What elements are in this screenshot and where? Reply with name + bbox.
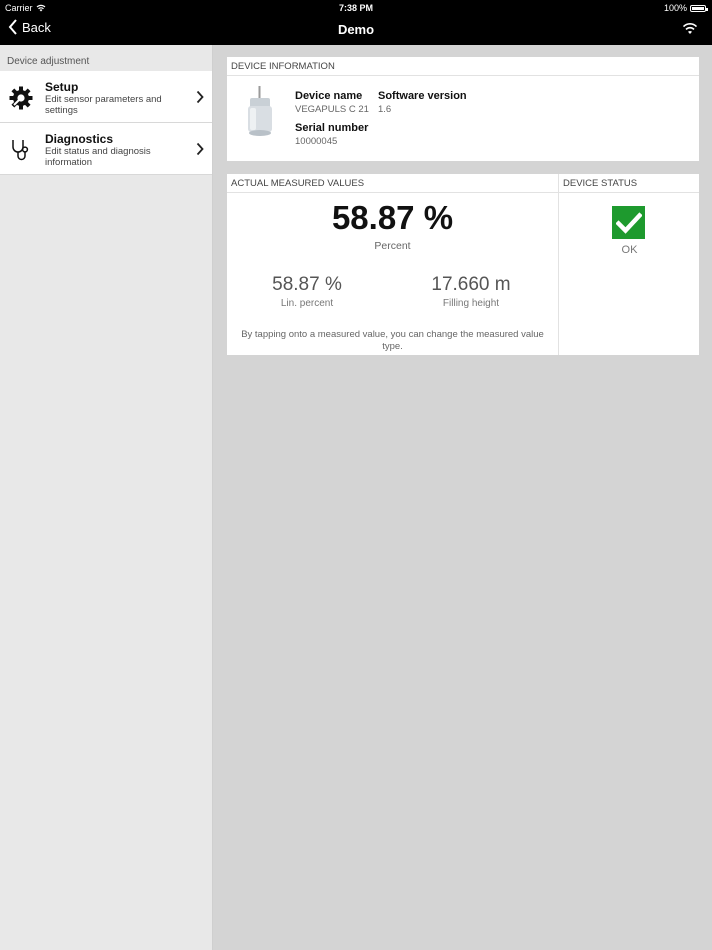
software-version-label: Software version	[378, 90, 467, 102]
device-status-text: OK	[621, 244, 638, 256]
page-title: Demo	[337, 22, 375, 37]
sidebar-item-diagnostics[interactable]: Diagnostics Edit status and diagnosis in…	[0, 123, 212, 175]
primary-measured-unit: Percent	[374, 240, 411, 252]
gear-wrench-icon	[9, 86, 33, 110]
sidebar-header: Device adjustment	[7, 56, 90, 67]
top-bar: Carrier 7:38 PM 100% Back Demo	[0, 0, 712, 45]
software-version-value: 1.6	[378, 104, 392, 115]
device-name-label: Device name	[295, 90, 363, 102]
sidebar-item-label: Setup	[45, 80, 79, 94]
measured-values-hint: By tapping onto a measured value, you ca…	[241, 329, 544, 352]
battery-label: 100%	[663, 3, 687, 13]
status-bar: Carrier 7:38 PM 100%	[0, 0, 712, 14]
status-time: 7:38 PM	[338, 3, 373, 13]
lin-percent-value[interactable]: 58.87 %	[227, 274, 387, 296]
measured-values-card: ACTUAL MEASURED VALUES 58.87 % Percent 5…	[227, 174, 558, 355]
lin-percent-unit: Lin. percent	[280, 298, 334, 309]
chevron-right-icon	[196, 90, 204, 104]
device-status-header: DEVICE STATUS	[559, 174, 699, 193]
sidebar-item-subtitle: Edit sensor parameters and settings	[45, 94, 162, 116]
sidebar-item-setup[interactable]: Setup Edit sensor parameters and setting…	[0, 71, 212, 123]
sidebar: Device adjustment Setup Edit sensor para…	[0, 45, 213, 950]
battery-icon	[690, 4, 708, 12]
sidebar-item-subtitle: Edit status and diagnosis information	[45, 146, 151, 168]
filling-height-value[interactable]: 17.660 m	[391, 274, 551, 296]
serial-number-label: Serial number	[295, 122, 369, 134]
device-status-card: DEVICE STATUS OK	[558, 174, 699, 355]
nav-bar: Back Demo	[0, 14, 712, 45]
stethoscope-icon	[12, 140, 29, 161]
battery-indicator: 100%	[663, 3, 708, 13]
serial-number-value: 10000045	[295, 136, 338, 147]
chevron-right-icon	[196, 142, 204, 156]
sidebar-item-label: Diagnostics	[45, 132, 114, 146]
checkmark-icon	[615, 211, 642, 234]
device-name-value: VEGAPULS C 21	[295, 104, 369, 115]
sensor-device-image	[248, 86, 272, 136]
device-information-header: DEVICE INFORMATION	[227, 57, 699, 76]
primary-measured-value[interactable]: 58.87 %	[227, 199, 558, 237]
measured-values-header: ACTUAL MEASURED VALUES	[227, 174, 558, 193]
filling-height-unit: Filling height	[442, 298, 500, 309]
wifi-icon[interactable]	[682, 22, 698, 35]
status-ok-badge	[612, 206, 645, 239]
